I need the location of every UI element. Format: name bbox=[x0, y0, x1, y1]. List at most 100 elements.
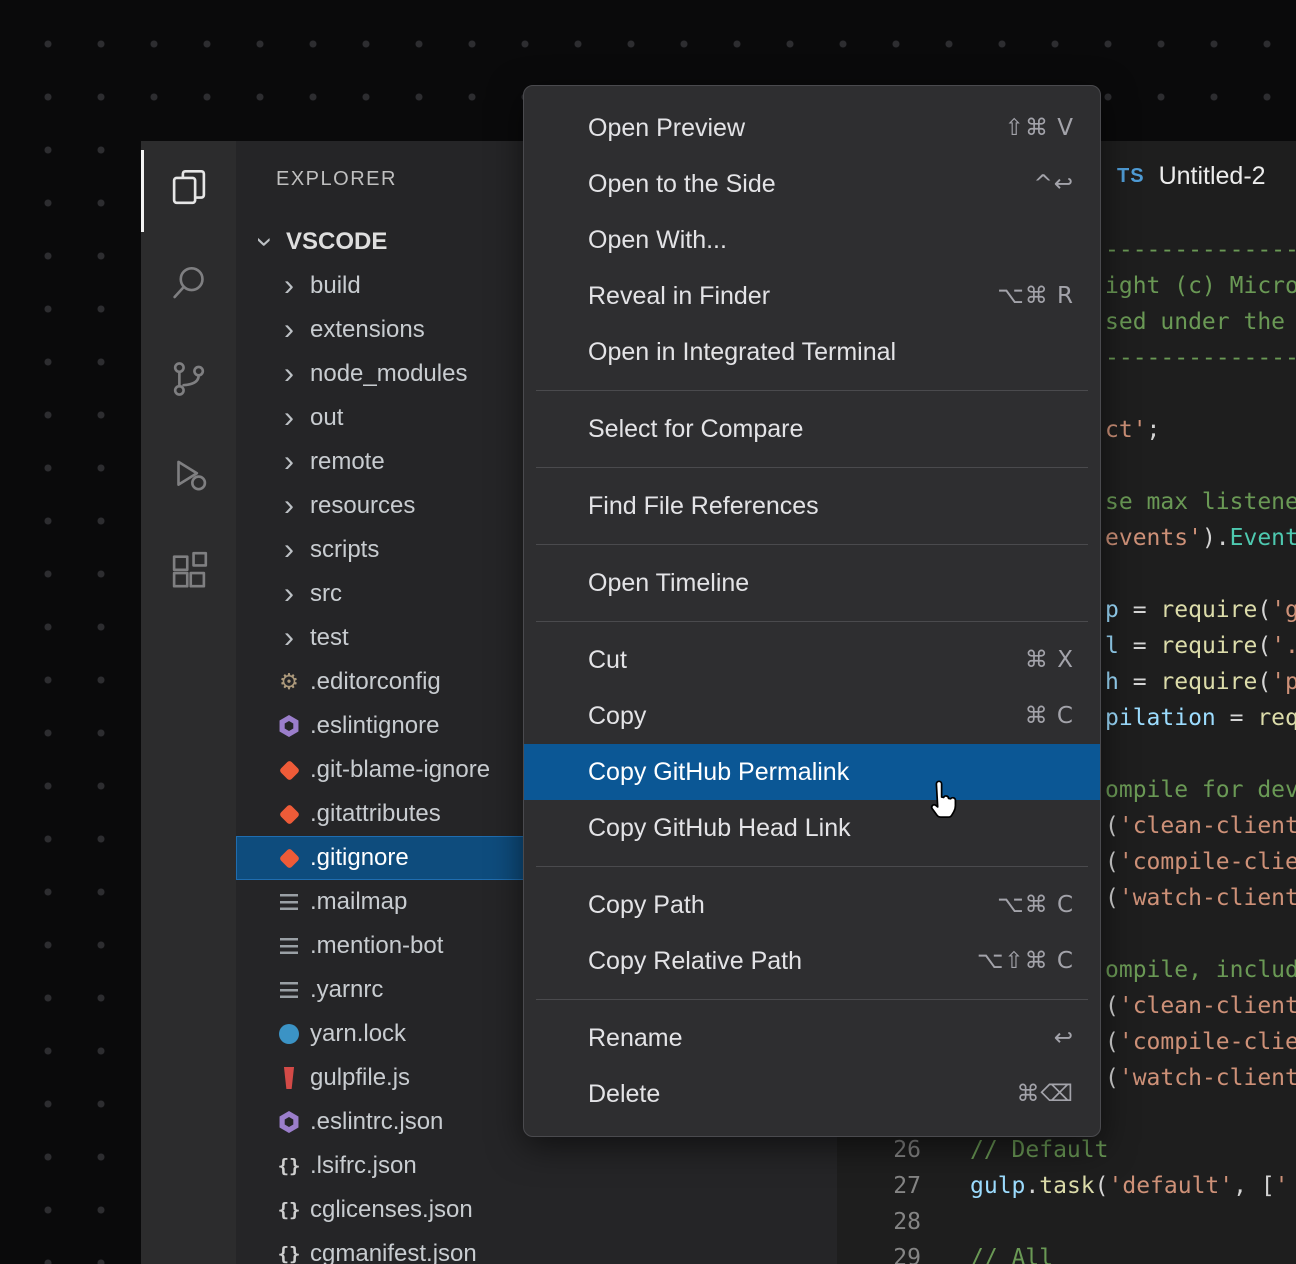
chevron-right-icon: › bbox=[278, 451, 300, 473]
files-icon bbox=[168, 166, 210, 208]
line-number: 27 bbox=[837, 1168, 921, 1204]
code-line: h = require('p bbox=[1105, 664, 1296, 700]
shortcut-hint: ⇧⌘ V bbox=[1005, 115, 1074, 141]
code-line: ct'; bbox=[1105, 412, 1160, 448]
line-number: 29 bbox=[837, 1240, 921, 1264]
menu-item-copy-relative-path[interactable]: Copy Relative Path⌥⇧⌘ C bbox=[524, 933, 1100, 989]
activity-run-debug-button[interactable] bbox=[151, 437, 227, 513]
git-icon bbox=[278, 845, 300, 871]
git-icon bbox=[278, 757, 300, 783]
chevron-right-icon: › bbox=[278, 275, 300, 297]
menu-item-reveal-in-finder[interactable]: Reveal in Finder⌥⌘ R bbox=[524, 268, 1100, 324]
git-icon bbox=[278, 801, 300, 827]
shortcut-hint: ⌥⌘ C bbox=[997, 892, 1074, 918]
code-line: l = require('. bbox=[1105, 628, 1296, 664]
code-line: ('watch-client bbox=[1105, 1060, 1296, 1096]
menu-item-copy-github-head-link[interactable]: Copy GitHub Head Link bbox=[524, 800, 1100, 856]
menu-item-open-preview[interactable]: Open Preview⇧⌘ V bbox=[524, 100, 1100, 156]
config-list-icon bbox=[278, 977, 300, 1003]
menu-separator bbox=[536, 621, 1088, 622]
line-number: 26 bbox=[837, 1132, 921, 1168]
eslint-icon bbox=[278, 1109, 300, 1135]
code-line: // All bbox=[970, 1240, 1053, 1264]
context-menu: Open Preview⇧⌘ V Open to the Side^↩ Open… bbox=[523, 85, 1101, 1137]
tab-title: Untitled-2 bbox=[1159, 162, 1266, 191]
config-list-icon bbox=[278, 889, 300, 915]
menu-item-select-for-compare[interactable]: Select for Compare bbox=[524, 401, 1100, 457]
yarn-icon bbox=[278, 1021, 300, 1047]
menu-separator bbox=[536, 999, 1088, 1000]
code-line: pilation = req bbox=[1105, 700, 1296, 736]
chevron-right-icon: › bbox=[278, 495, 300, 517]
code-line: // Default bbox=[970, 1132, 1108, 1168]
activity-extensions-button[interactable] bbox=[151, 533, 227, 609]
activity-explorer-button[interactable] bbox=[151, 149, 227, 225]
hand-pointer-cursor bbox=[918, 780, 960, 822]
code-line: ---------------- bbox=[1105, 232, 1296, 268]
menu-item-open-to-the-side[interactable]: Open to the Side^↩ bbox=[524, 156, 1100, 212]
menu-item-open-timeline[interactable]: Open Timeline bbox=[524, 555, 1100, 611]
shortcut-hint: ⌘ C bbox=[1025, 703, 1074, 729]
shortcut-hint: ^↩ bbox=[1033, 171, 1074, 197]
code-line: sed under the bbox=[1105, 304, 1285, 340]
gear-icon: ⚙ bbox=[278, 669, 300, 695]
code-line: ('watch-client bbox=[1105, 880, 1296, 916]
menu-item-find-file-references[interactable]: Find File References bbox=[524, 478, 1100, 534]
tab-untitled-2[interactable]: TS Untitled-2 bbox=[1087, 141, 1296, 212]
menu-separator bbox=[536, 866, 1088, 867]
typescript-icon: TS bbox=[1117, 165, 1145, 188]
extensions-icon bbox=[168, 550, 210, 592]
active-view-indicator bbox=[141, 150, 144, 232]
shortcut-hint: ↩ bbox=[1054, 1025, 1074, 1051]
code-line: ---------------- bbox=[1105, 340, 1296, 376]
menu-item-rename[interactable]: Rename↩ bbox=[524, 1010, 1100, 1066]
config-list-icon bbox=[278, 933, 300, 959]
chevron-right-icon: › bbox=[278, 363, 300, 385]
chevron-right-icon: › bbox=[278, 407, 300, 429]
chevron-right-icon: › bbox=[278, 319, 300, 341]
eslint-icon bbox=[278, 713, 300, 739]
shortcut-hint: ⌥⌘ R bbox=[997, 283, 1074, 309]
menu-item-copy-path[interactable]: Copy Path⌥⌘ C bbox=[524, 877, 1100, 933]
menu-separator bbox=[536, 544, 1088, 545]
source-control-branch-icon bbox=[168, 358, 210, 400]
code-line: ight (c) Micro bbox=[1105, 268, 1296, 304]
menu-item-delete[interactable]: Delete⌘⌫ bbox=[524, 1066, 1100, 1122]
menu-item-copy-github-permalink[interactable]: Copy GitHub Permalink bbox=[524, 744, 1100, 800]
shortcut-hint: ⌥⇧⌘ C bbox=[977, 948, 1074, 974]
menu-separator bbox=[536, 467, 1088, 468]
line-number: 28 bbox=[837, 1204, 921, 1240]
code-line: ('compile-clie bbox=[1105, 844, 1296, 880]
tree-file-lsifrc[interactable]: {}.lsifrc.json bbox=[236, 1144, 837, 1188]
shortcut-hint: ⌘ X bbox=[1025, 647, 1074, 673]
json-braces-icon: {} bbox=[278, 1153, 300, 1179]
code-line: ('clean-client bbox=[1105, 988, 1296, 1024]
tree-file-cgmanifest[interactable]: {}cgmanifest.json bbox=[236, 1232, 837, 1264]
code-line: events').Event bbox=[1105, 520, 1296, 556]
gulp-icon bbox=[278, 1065, 300, 1091]
activity-source-control-button[interactable] bbox=[151, 341, 227, 417]
code-line: se max listene bbox=[1105, 484, 1296, 520]
menu-item-cut[interactable]: Cut⌘ X bbox=[524, 632, 1100, 688]
code-line: ('compile-clie bbox=[1105, 1024, 1296, 1060]
run-and-debug-icon bbox=[168, 454, 210, 496]
json-braces-icon: {} bbox=[278, 1197, 300, 1223]
json-braces-icon: {} bbox=[278, 1241, 300, 1264]
menu-item-open-with[interactable]: Open With... bbox=[524, 212, 1100, 268]
menu-item-open-in-integrated-terminal[interactable]: Open in Integrated Terminal bbox=[524, 324, 1100, 380]
activity-search-button[interactable] bbox=[151, 245, 227, 321]
menu-separator bbox=[536, 390, 1088, 391]
code-line: p = require('g bbox=[1105, 592, 1296, 628]
code-line: ('clean-client bbox=[1105, 808, 1296, 844]
code-line: gulp.task('default', [' bbox=[970, 1168, 1289, 1204]
menu-item-copy[interactable]: Copy⌘ C bbox=[524, 688, 1100, 744]
tree-file-cglicenses[interactable]: {}cglicenses.json bbox=[236, 1188, 837, 1232]
activity-bar bbox=[141, 141, 236, 1264]
chevron-right-icon: › bbox=[278, 539, 300, 561]
chevron-down-icon: › bbox=[254, 231, 276, 253]
chevron-right-icon: › bbox=[278, 583, 300, 605]
shortcut-hint: ⌘⌫ bbox=[1016, 1081, 1074, 1107]
search-icon bbox=[168, 262, 210, 304]
code-line: ompile, includ bbox=[1105, 952, 1296, 988]
chevron-right-icon: › bbox=[278, 627, 300, 649]
